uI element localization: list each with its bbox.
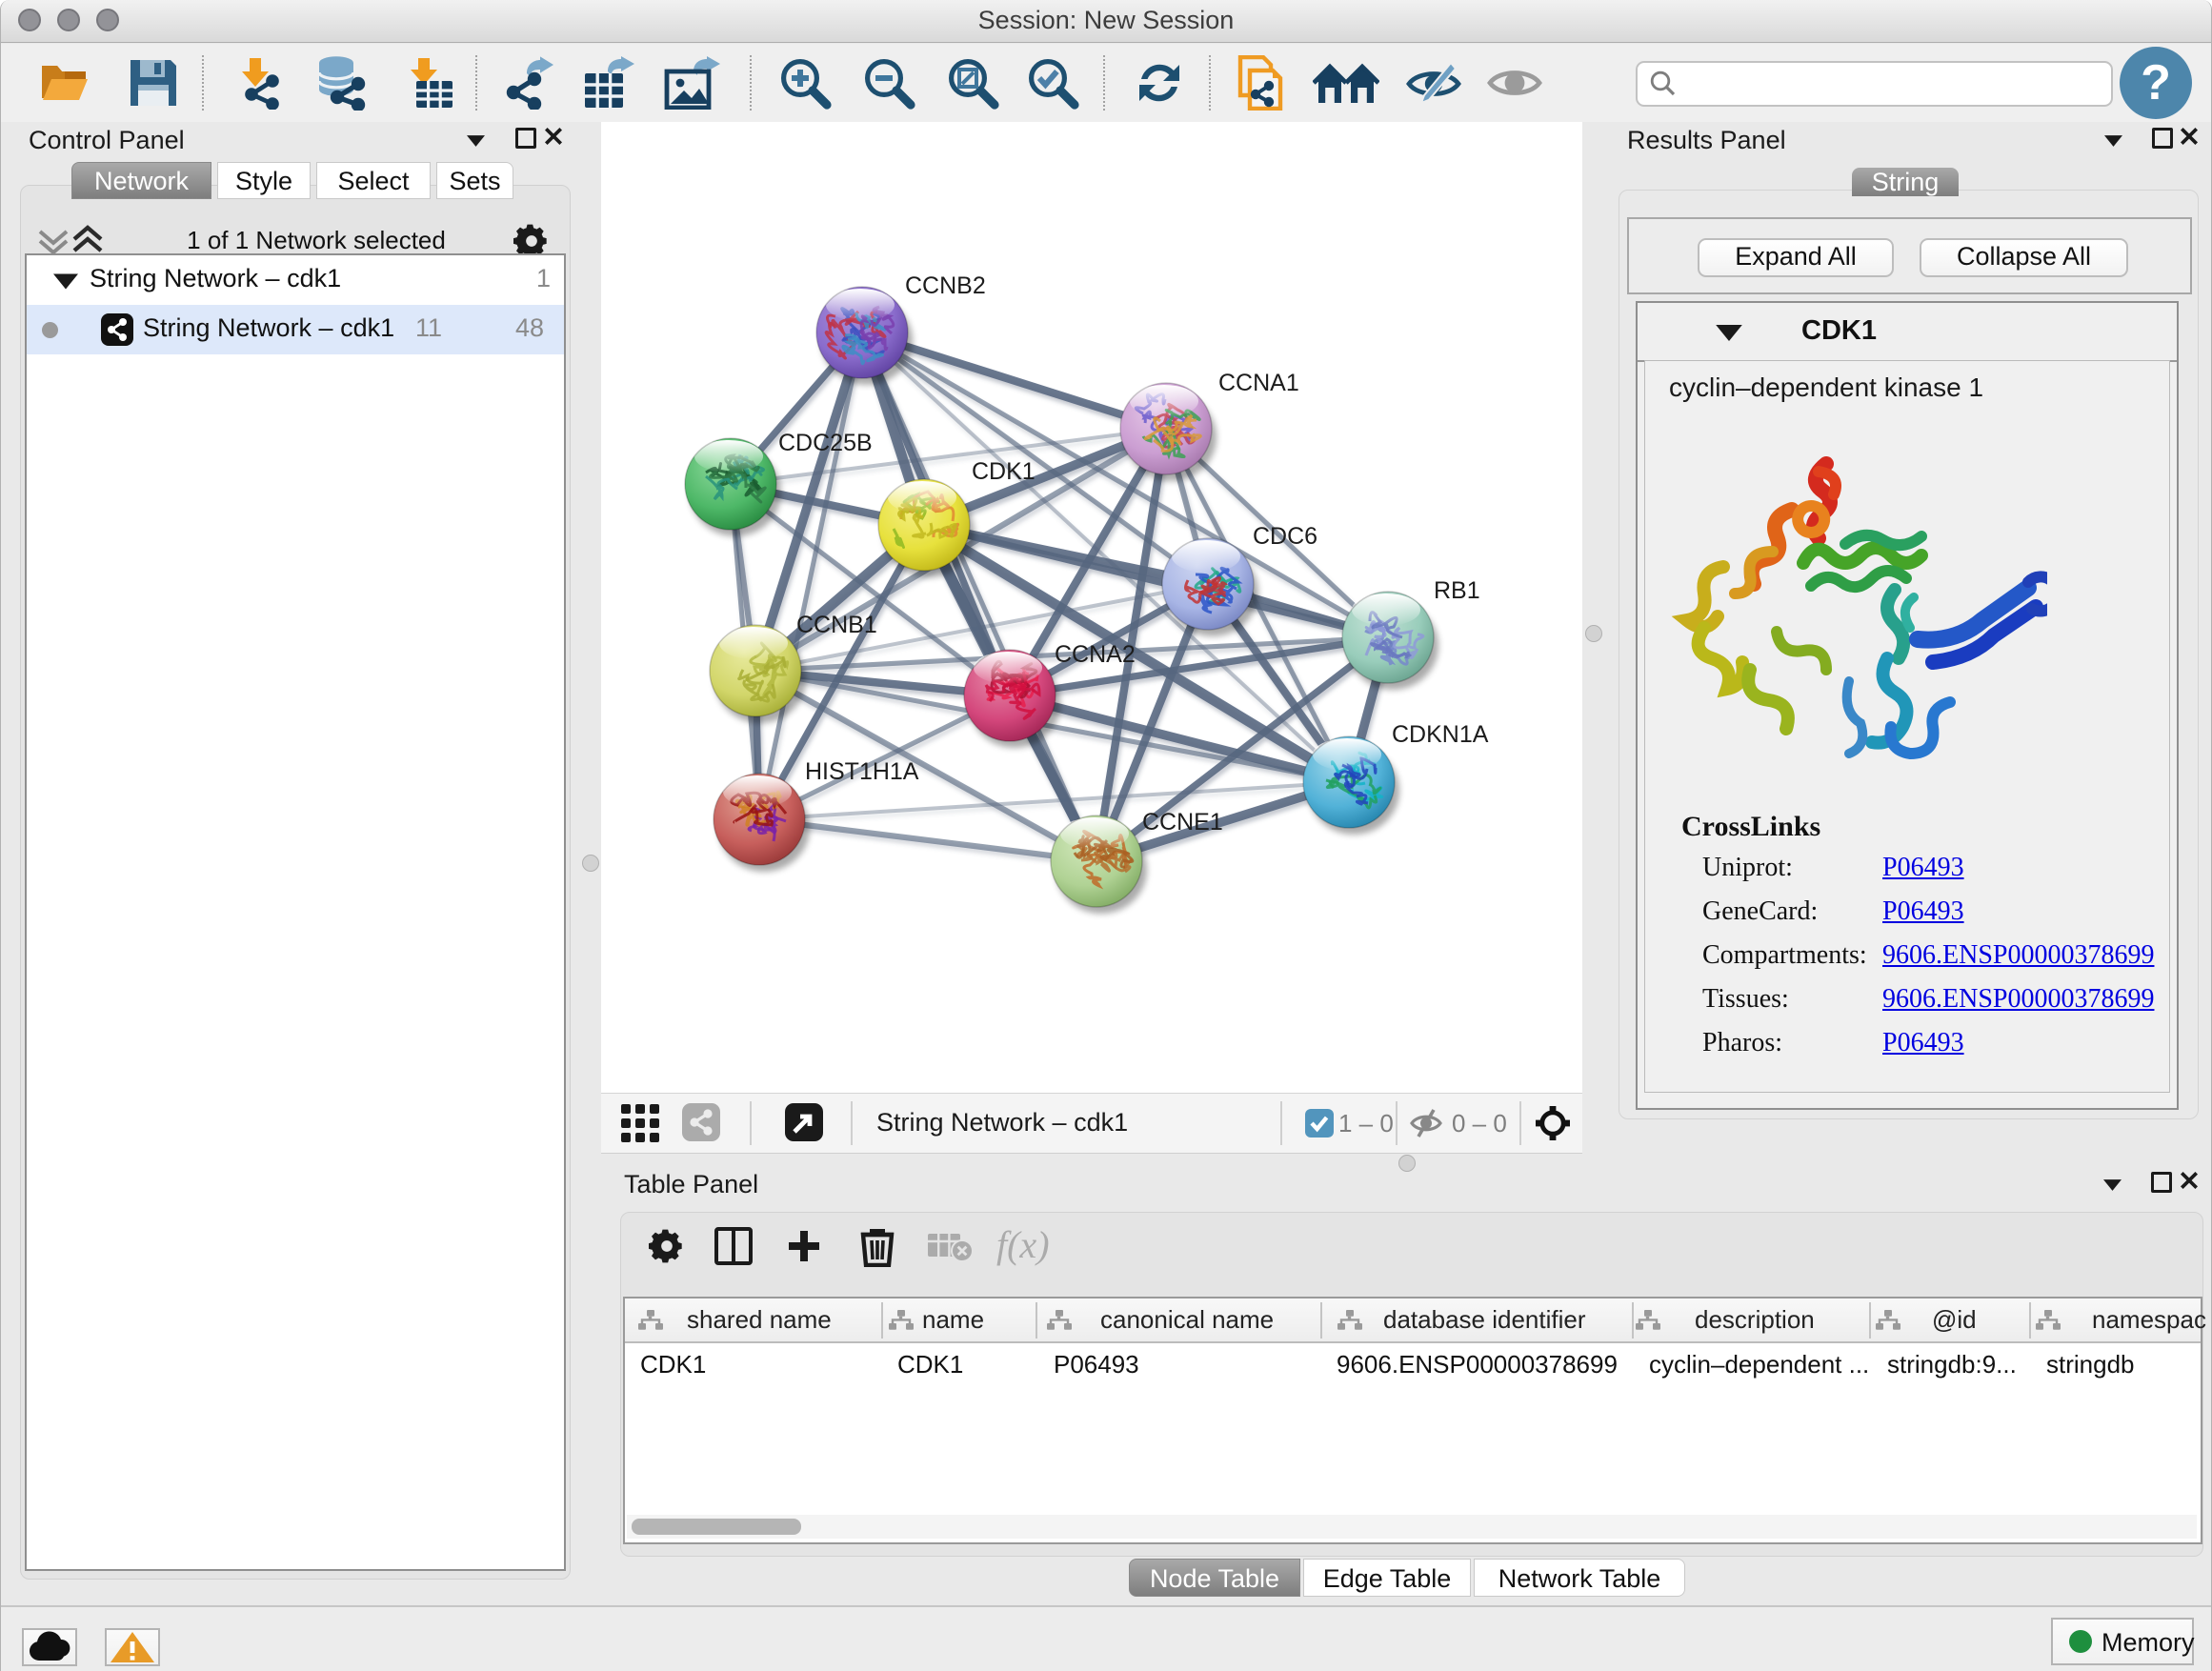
svg-text:CCNA2: CCNA2 [1055,641,1136,668]
svg-text:CCNE1: CCNE1 [1142,809,1223,836]
svg-text:CDC25B: CDC25B [778,430,873,456]
svg-text:HIST1H1A: HIST1H1A [805,758,919,785]
svg-text:RB1: RB1 [1434,577,1480,604]
svg-text:CCNB1: CCNB1 [796,612,877,638]
svg-text:CDKN1A: CDKN1A [1392,721,1489,748]
svg-text:CCNB2: CCNB2 [905,272,986,299]
svg-text:CCNA1: CCNA1 [1218,370,1299,396]
svg-text:CDK1: CDK1 [972,458,1036,485]
svg-text:CDC6: CDC6 [1253,523,1317,550]
